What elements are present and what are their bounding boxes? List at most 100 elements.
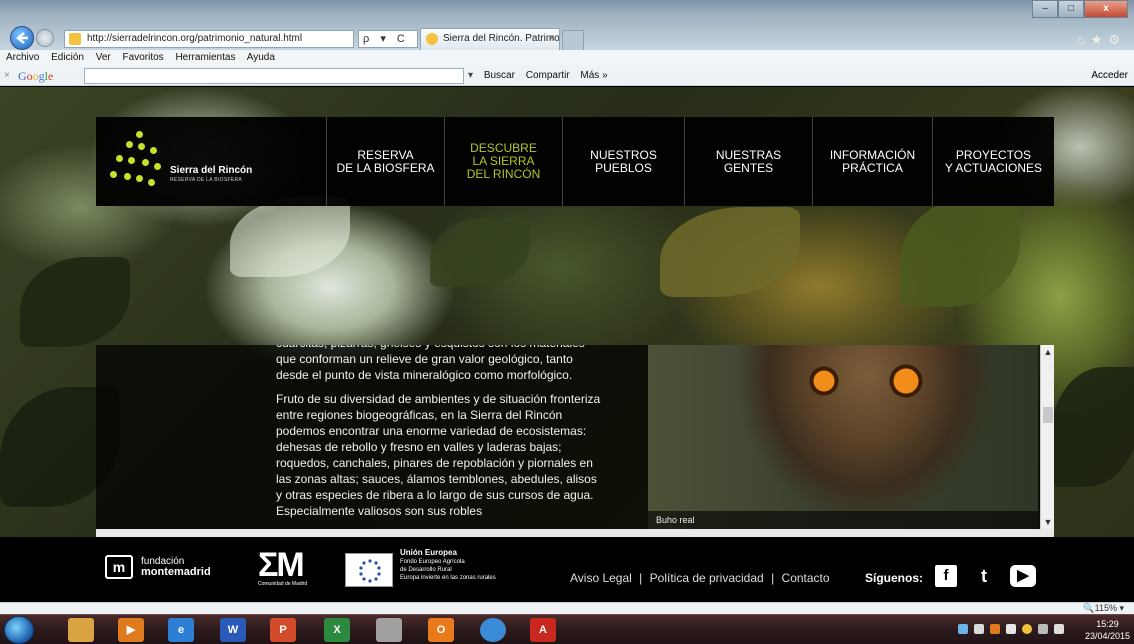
horizontal-scrollbar[interactable] bbox=[96, 529, 1054, 537]
tray-icon[interactable] bbox=[990, 624, 1000, 634]
nav-nuestras-gentes[interactable]: NUESTRAS GENTES bbox=[684, 117, 812, 206]
file-explorer-icon[interactable] bbox=[68, 618, 94, 642]
menu-archivo[interactable]: Archivo bbox=[6, 52, 39, 63]
vertical-scrollbar[interactable]: ▲ ▼ bbox=[1040, 345, 1054, 529]
menu-ayuda[interactable]: Ayuda bbox=[247, 52, 275, 63]
logo-dot bbox=[142, 159, 149, 166]
tray-icon[interactable] bbox=[974, 624, 984, 634]
eu-line: de Desarrollo Rural bbox=[400, 567, 452, 573]
nav-proyectos-actuaciones[interactable]: PROYECTOS Y ACTUACIONES bbox=[932, 117, 1054, 206]
eu-flag-icon bbox=[345, 553, 393, 587]
acrobat-icon[interactable]: A bbox=[530, 618, 556, 642]
home-icon[interactable]: ⌂ bbox=[1077, 32, 1091, 47]
contacto-link[interactable]: Contacto bbox=[782, 571, 830, 585]
back-button[interactable] bbox=[10, 26, 34, 50]
google-toolbar: × Google ▾ Buscar Compartir Más » Accede… bbox=[0, 66, 1134, 86]
body-text-column: cuarcitas, pizarras, gneises y esquistos… bbox=[276, 345, 606, 527]
back-arrow-icon bbox=[16, 32, 28, 44]
google-tools: ▾ Buscar Compartir Más » bbox=[468, 66, 616, 86]
comunidad-madrid-logo[interactable]: ΣM Comunidad de Madrid bbox=[258, 548, 318, 589]
privacidad-link[interactable]: Política de privacidad bbox=[650, 571, 764, 585]
nav-informacion-practica[interactable]: INFORMACIÓN PRÁCTICA bbox=[812, 117, 932, 206]
google-share-button[interactable]: Compartir bbox=[526, 70, 570, 81]
eu-title: Unión Europea bbox=[400, 548, 457, 557]
nav-nuestros-pueblos[interactable]: NUESTROS PUEBLOS bbox=[562, 117, 684, 206]
youtube-icon[interactable]: ▶ bbox=[1010, 565, 1036, 587]
zoom-level[interactable]: 🔍115% ▾ bbox=[1083, 603, 1124, 614]
tray-icon[interactable] bbox=[1022, 624, 1032, 634]
favorites-star-icon[interactable]: ★ bbox=[1091, 32, 1109, 47]
tray-icon[interactable] bbox=[958, 624, 968, 634]
powerpoint-icon[interactable]: P bbox=[270, 618, 296, 642]
google-dropdown-icon[interactable]: ▾ bbox=[468, 70, 473, 81]
fundacion-montemadrid-logo[interactable]: m fundación montemadrid bbox=[105, 555, 211, 579]
tab-sierra-del-rincon[interactable]: Sierra del Rincón. Patrimoni... × bbox=[420, 28, 560, 50]
scroll-up-icon[interactable]: ▲ bbox=[1041, 345, 1054, 359]
logo-title: Sierra del Rincón bbox=[170, 165, 253, 176]
start-button-icon[interactable] bbox=[4, 616, 34, 644]
new-tab-button[interactable] bbox=[562, 30, 584, 50]
menu-favoritos[interactable]: Favoritos bbox=[123, 52, 164, 63]
logo-dot bbox=[124, 173, 131, 180]
address-url: http://sierradelrincon.org/patrimonio_na… bbox=[87, 33, 303, 44]
clock-date: 23/04/2015 bbox=[1084, 631, 1130, 641]
site-logo[interactable]: Sierra del Rincón RESERVA DE LA BIOSFERA bbox=[108, 129, 308, 193]
menu-edicion[interactable]: Edición bbox=[51, 52, 84, 63]
media-player-icon[interactable]: ▶ bbox=[118, 618, 144, 642]
minimize-button[interactable]: – bbox=[1032, 0, 1058, 18]
google-search-input[interactable] bbox=[84, 68, 464, 84]
nav-descubre-sierra[interactable]: DESCUBRE LA SIERRA DEL RINCÓN bbox=[444, 117, 562, 206]
scroll-down-icon[interactable]: ▼ bbox=[1041, 515, 1054, 529]
windows-taskbar: ▶ e W P X O A 15:29 23/04/2015 bbox=[0, 614, 1134, 644]
settings-gear-icon[interactable]: ⚙ bbox=[1108, 32, 1126, 47]
zoom-value: 115% bbox=[1094, 603, 1117, 613]
volume-icon[interactable] bbox=[1054, 624, 1064, 634]
flag-icon[interactable] bbox=[1006, 624, 1016, 634]
menu-herramientas[interactable]: Herramientas bbox=[175, 52, 235, 63]
google-toolbar-close-icon[interactable]: × bbox=[4, 66, 10, 86]
nav-reserva-biosfera[interactable]: RESERVA DE LA BIOSFERA bbox=[326, 117, 444, 206]
logo-dot bbox=[138, 143, 145, 150]
outlook-icon[interactable]: O bbox=[428, 618, 454, 642]
address-bar[interactable]: http://sierradelrincon.org/patrimonio_na… bbox=[64, 30, 354, 48]
tab-favicon-icon bbox=[426, 33, 438, 45]
word-icon[interactable]: W bbox=[220, 618, 246, 642]
owl-photo: Buho real bbox=[648, 345, 1038, 529]
network-icon[interactable] bbox=[1038, 624, 1048, 634]
twitter-icon[interactable]: t bbox=[973, 565, 995, 587]
page-icon bbox=[69, 33, 81, 45]
excel-icon[interactable]: X bbox=[324, 618, 350, 642]
browser-titlebar: http://sierradelrincon.org/patrimonio_na… bbox=[0, 0, 1134, 50]
logo-dot bbox=[128, 157, 135, 164]
folder-app-icon[interactable] bbox=[376, 618, 402, 642]
fundacion-mark-icon: m bbox=[105, 555, 133, 579]
leaf-shape bbox=[900, 197, 1020, 307]
google-signin-button[interactable]: Acceder bbox=[1091, 66, 1128, 86]
logo-dot bbox=[126, 141, 133, 148]
forward-button[interactable] bbox=[36, 29, 54, 47]
google-search-button[interactable]: Buscar bbox=[484, 70, 515, 81]
chrome-icon[interactable] bbox=[480, 618, 506, 642]
internet-explorer-icon[interactable]: e bbox=[168, 618, 194, 642]
nav-label-line: PROYECTOS bbox=[955, 147, 1032, 162]
fundacion-line2: montemadrid bbox=[141, 566, 211, 578]
nav-label-line: PUEBLOS bbox=[595, 160, 652, 175]
aviso-legal-link[interactable]: Aviso Legal bbox=[570, 571, 632, 585]
close-window-button[interactable]: x bbox=[1084, 0, 1128, 18]
scroll-thumb[interactable] bbox=[1043, 407, 1053, 423]
cm-subtitle: Comunidad de Madrid bbox=[258, 581, 308, 587]
photo-caption: Buho real bbox=[648, 511, 1038, 529]
nav-label-line: GENTES bbox=[723, 160, 774, 175]
nav-label-line: INFORMACIÓN bbox=[829, 147, 916, 162]
system-clock[interactable]: 15:29 23/04/2015 bbox=[1085, 618, 1130, 642]
maximize-button[interactable]: □ bbox=[1058, 0, 1084, 18]
eu-line: Europa invierte en las zonas rurales bbox=[400, 575, 496, 581]
eu-line: Fondo Europeo Agrícola bbox=[400, 559, 465, 565]
menu-ver[interactable]: Ver bbox=[96, 52, 111, 63]
tab-close-icon[interactable]: × bbox=[549, 29, 555, 49]
google-more-button[interactable]: Más » bbox=[580, 70, 607, 81]
address-tools[interactable]: ρ ▾ C bbox=[358, 30, 418, 48]
browser-tool-icons: ⌂★⚙ bbox=[1077, 32, 1126, 48]
facebook-icon[interactable]: f bbox=[935, 565, 957, 587]
nav-label-line: DEL RINCÓN bbox=[466, 167, 541, 181]
